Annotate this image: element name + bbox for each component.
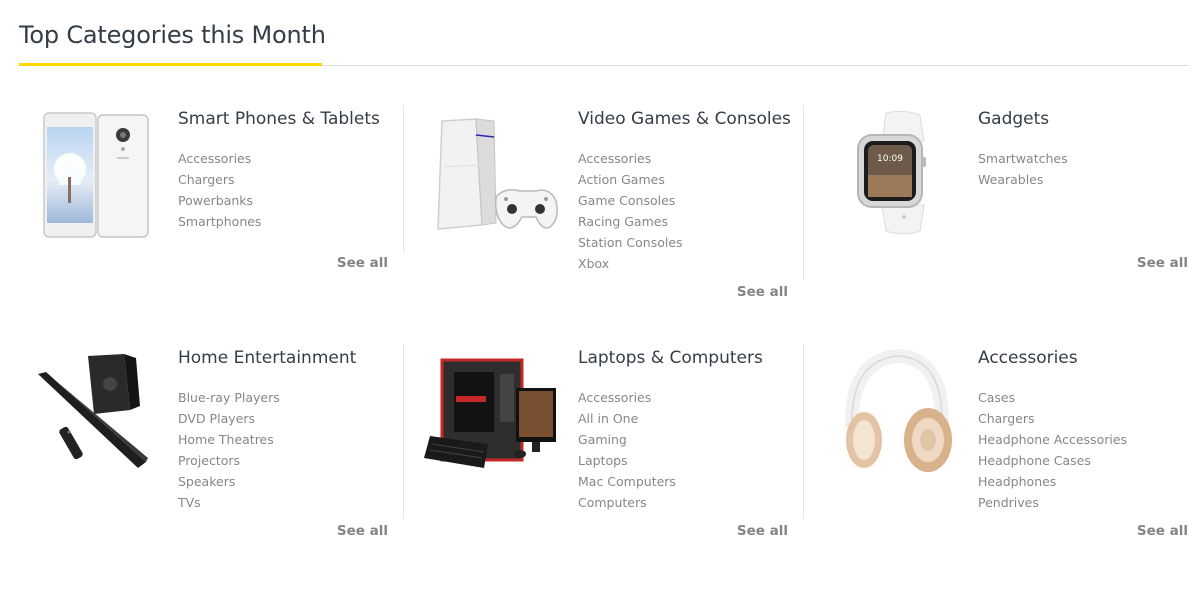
see-all-link[interactable]: See all	[737, 284, 788, 300]
desktop-computer-image	[424, 358, 556, 468]
title-accent-bar	[19, 63, 322, 66]
subcategory-list: Cases Chargers Headphone Accessories Hea…	[978, 387, 1127, 513]
smartphone-image	[43, 112, 149, 238]
category-title[interactable]: Home Entertainment	[178, 346, 356, 370]
subcategory-link[interactable]: Headphones	[978, 471, 1127, 492]
svg-text:10:09: 10:09	[877, 154, 903, 164]
subcategory-link[interactable]: Powerbanks	[178, 190, 261, 211]
subcategory-link[interactable]: Headphone Cases	[978, 450, 1127, 471]
subcategory-link[interactable]: Laptops	[578, 450, 676, 471]
category-card-home-entertainment: Home Entertainment Blue-ray Players DVD …	[24, 344, 394, 544]
subcategory-link[interactable]: Xbox	[578, 253, 683, 274]
subcategory-list: Accessories All in One Gaming Laptops Ma…	[578, 387, 676, 513]
category-title[interactable]: Laptops & Computers	[578, 346, 763, 370]
see-all-link[interactable]: See all	[1137, 255, 1188, 271]
see-all-link[interactable]: See all	[337, 255, 388, 271]
see-all-link[interactable]: See all	[1137, 523, 1188, 539]
subcategory-link[interactable]: TVs	[178, 492, 280, 513]
subcategory-link[interactable]: Projectors	[178, 450, 280, 471]
category-image-link[interactable]	[424, 105, 564, 245]
category-title[interactable]: Video Games & Consoles	[578, 107, 791, 131]
column-divider	[403, 344, 404, 519]
subcategory-link[interactable]: Gaming	[578, 429, 676, 450]
subcategory-link[interactable]: Speakers	[178, 471, 280, 492]
category-title[interactable]: Gadgets	[978, 107, 1049, 131]
category-card-laptops-computers: Laptops & Computers Accessories All in O…	[424, 344, 794, 544]
subcategory-link[interactable]: Chargers	[978, 408, 1127, 429]
category-image-link[interactable]	[824, 344, 964, 484]
category-image-link[interactable]	[424, 344, 564, 484]
subcategory-link[interactable]: Action Games	[578, 169, 683, 190]
subcategory-list: Accessories Action Games Game Consoles R…	[578, 148, 683, 274]
see-all-link[interactable]: See all	[337, 523, 388, 539]
subcategory-link[interactable]: Chargers	[178, 169, 261, 190]
category-title[interactable]: Smart Phones & Tablets	[178, 107, 380, 131]
subcategory-link[interactable]: Home Theatres	[178, 429, 280, 450]
subcategory-list: Accessories Chargers Powerbanks Smartpho…	[178, 148, 261, 232]
subcategory-link[interactable]: All in One	[578, 408, 676, 429]
subcategory-link[interactable]: Smartwatches	[978, 148, 1068, 169]
subcategory-link[interactable]: Mac Computers	[578, 471, 676, 492]
subcategory-link[interactable]: Game Consoles	[578, 190, 683, 211]
subcategory-link[interactable]: DVD Players	[178, 408, 280, 429]
column-divider	[403, 105, 404, 251]
category-title[interactable]: Accessories	[978, 346, 1078, 370]
subcategory-link[interactable]: Wearables	[978, 169, 1068, 190]
subcategory-list: Blue-ray Players DVD Players Home Theatr…	[178, 387, 280, 513]
category-image-link[interactable]	[24, 105, 164, 245]
subcategory-link[interactable]: Headphone Accessories	[978, 429, 1127, 450]
category-image-link[interactable]: 10:09	[824, 105, 964, 245]
subcategory-link[interactable]: Cases	[978, 387, 1127, 408]
soundbar-image	[38, 354, 148, 468]
category-card-gadgets: 10:09 Gadgets Smartwatches Wearables See…	[824, 105, 1194, 275]
subcategory-link[interactable]: Station Consoles	[578, 232, 683, 253]
subcategory-link[interactable]: Smartphones	[178, 211, 261, 232]
headphones-image	[844, 348, 952, 472]
section-title: Top Categories this Month	[19, 21, 326, 49]
subcategory-link[interactable]: Blue-ray Players	[178, 387, 280, 408]
column-divider	[803, 105, 804, 280]
subcategory-link[interactable]: Pendrives	[978, 492, 1127, 513]
category-image-link[interactable]	[24, 344, 164, 484]
smartwatch-image: 10:09	[857, 110, 926, 235]
subcategory-link[interactable]: Computers	[578, 492, 676, 513]
subcategory-list: Smartwatches Wearables	[978, 148, 1068, 190]
category-card-video-games: Video Games & Consoles Accessories Actio…	[424, 105, 794, 305]
column-divider	[803, 344, 804, 519]
subcategory-link[interactable]: Racing Games	[578, 211, 683, 232]
category-card-smart-phones: Smart Phones & Tablets Accessories Charg…	[24, 105, 394, 275]
subcategory-link[interactable]: Accessories	[578, 387, 676, 408]
see-all-link[interactable]: See all	[737, 523, 788, 539]
subcategory-link[interactable]: Accessories	[578, 148, 683, 169]
subcategory-link[interactable]: Accessories	[178, 148, 261, 169]
game-console-image	[437, 118, 558, 230]
category-card-accessories: Accessories Cases Chargers Headphone Acc…	[824, 344, 1194, 544]
